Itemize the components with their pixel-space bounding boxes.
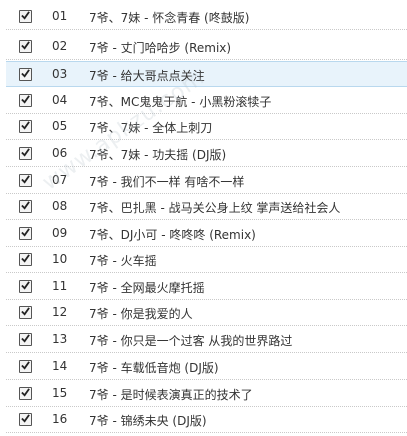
track-title: 7爷、7妹 - 怀念青春 (咚鼓版)	[89, 11, 250, 25]
track-number: 10	[52, 252, 68, 266]
check-icon	[21, 95, 30, 104]
check-icon	[21, 414, 30, 423]
track-number: 09	[52, 226, 68, 240]
track-checkbox[interactable]	[19, 333, 32, 346]
track-title: 7爷、7妹 - 功夫摇 (DJ版)	[89, 148, 227, 162]
track-checkbox[interactable]	[19, 360, 32, 373]
track-checkbox[interactable]	[19, 10, 32, 23]
track-title: 7爷 - 你是我爱的人	[89, 307, 193, 321]
check-icon	[21, 361, 30, 370]
check-icon	[21, 69, 30, 78]
check-icon	[21, 201, 30, 210]
track-checkbox[interactable]	[19, 68, 32, 81]
check-icon	[21, 388, 30, 397]
check-icon	[21, 41, 30, 50]
track-title: 7爷、DJ小可 - 咚咚咚 (Remix)	[89, 228, 256, 242]
track-number: 16	[52, 412, 68, 426]
track-row[interactable]: 07 7爷 - 我们不一样 有啥不一样	[6, 168, 407, 194]
check-icon	[21, 175, 30, 184]
check-icon	[21, 334, 30, 343]
track-checkbox[interactable]	[19, 253, 32, 266]
track-number: 03	[52, 67, 68, 81]
track-row[interactable]: 16 7爷 - 锦绣未央 (DJ版)	[6, 407, 407, 433]
track-title: 7爷、MC鬼鬼于航 - 小黑粉滚犊子	[89, 95, 272, 109]
track-row[interactable]: 01 7爷、7妹 - 怀念青春 (咚鼓版)	[6, 4, 407, 30]
track-number: 06	[52, 146, 68, 160]
track-number: 08	[52, 199, 68, 213]
track-number: 12	[52, 305, 68, 319]
track-checkbox[interactable]	[19, 413, 32, 426]
track-number: 07	[52, 173, 68, 187]
check-icon	[21, 281, 30, 290]
track-checkbox[interactable]	[19, 120, 32, 133]
track-row[interactable]: 08 7爷、巴扎黑 - 战马关公身上纹 掌声送给社会人	[6, 194, 407, 220]
track-number: 15	[52, 386, 68, 400]
track-title: 7爷、7妹 - 全体上刺刀	[89, 121, 213, 135]
track-number: 05	[52, 119, 68, 133]
check-icon	[21, 11, 30, 20]
track-number: 14	[52, 359, 68, 373]
check-icon	[21, 307, 30, 316]
track-row[interactable]: 11 7爷 - 全网最火摩托摇	[6, 274, 407, 300]
track-title: 7爷 - 火车摇	[89, 254, 157, 268]
track-row[interactable]: 09 7爷、DJ小可 - 咚咚咚 (Remix)	[6, 221, 407, 247]
track-number: 02	[52, 39, 68, 53]
check-icon	[21, 254, 30, 263]
track-row[interactable]: 02 7爷 - 丈门哈哈步 (Remix)	[6, 34, 407, 60]
track-row[interactable]: 10 7爷 - 火车摇	[6, 247, 407, 273]
check-icon	[21, 148, 30, 157]
track-title: 7爷 - 全网最火摩托摇	[89, 281, 205, 295]
track-checkbox[interactable]	[19, 227, 32, 240]
track-title: 7爷、巴扎黑 - 战马关公身上纹 掌声送给社会人	[89, 201, 341, 215]
track-number: 04	[52, 93, 68, 107]
track-number: 11	[52, 279, 68, 293]
track-row[interactable]: 13 7爷 - 你只是一个过客 从我的世界路过	[6, 327, 407, 353]
track-row[interactable]: 14 7爷 - 车载低音炮 (DJ版)	[6, 354, 407, 380]
track-list: 01 7爷、7妹 - 怀念青春 (咚鼓版) 02 7爷 - 丈门哈哈步 (Rem…	[0, 0, 407, 436]
track-row[interactable]: 04 7爷、MC鬼鬼于航 - 小黑粉滚犊子	[6, 88, 407, 114]
track-row-selected[interactable]: 03 7爷 - 给大哥点点关注	[6, 61, 407, 87]
track-title: 7爷 - 我们不一样 有啥不一样	[89, 175, 245, 189]
track-title: 7爷 - 你只是一个过客 从我的世界路过	[89, 334, 293, 348]
track-checkbox[interactable]	[19, 174, 32, 187]
track-checkbox[interactable]	[19, 94, 32, 107]
track-number: 13	[52, 332, 68, 346]
check-icon	[21, 228, 30, 237]
check-icon	[21, 121, 30, 130]
track-row[interactable]: 12 7爷 - 你是我爱的人	[6, 300, 407, 326]
track-checkbox[interactable]	[19, 40, 32, 53]
track-title: 7爷 - 锦绣未央 (DJ版)	[89, 414, 207, 428]
track-title: 7爷 - 车载低音炮 (DJ版)	[89, 361, 219, 375]
track-checkbox[interactable]	[19, 387, 32, 400]
track-checkbox[interactable]	[19, 147, 32, 160]
track-row[interactable]: 05 7爷、7妹 - 全体上刺刀	[6, 114, 407, 140]
track-row[interactable]: 06 7爷、7妹 - 功夫摇 (DJ版)	[6, 141, 407, 167]
track-row[interactable]: 15 7爷 - 是时候表演真正的技术了	[6, 381, 407, 407]
track-title: 7爷 - 丈门哈哈步 (Remix)	[89, 41, 232, 55]
track-checkbox[interactable]	[19, 306, 32, 319]
track-checkbox[interactable]	[19, 280, 32, 293]
track-title: 7爷 - 给大哥点点关注	[89, 69, 205, 83]
track-title: 7爷 - 是时候表演真正的技术了	[89, 388, 253, 402]
track-checkbox[interactable]	[19, 200, 32, 213]
track-number: 01	[52, 9, 68, 23]
